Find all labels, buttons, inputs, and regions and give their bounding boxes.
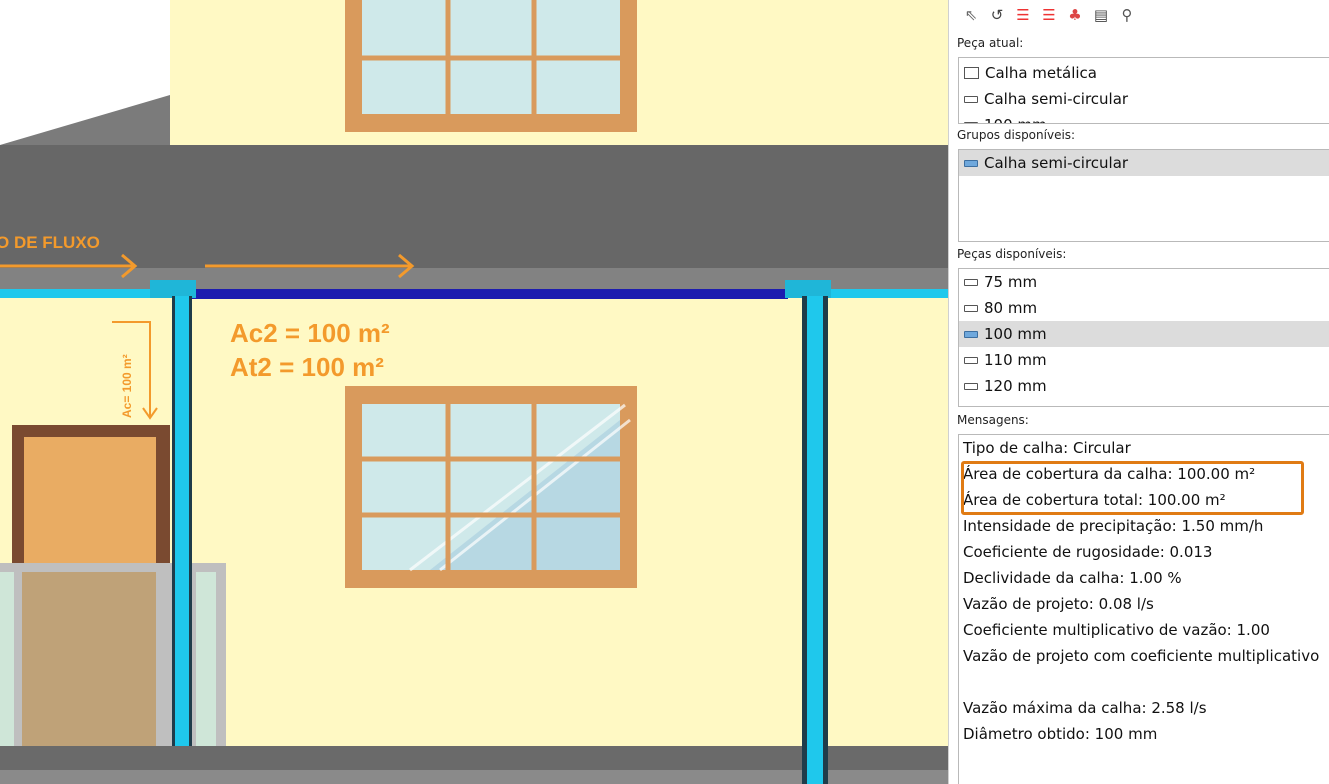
mensagens-box: Tipo de calha: Circular Área de cobertur… (958, 434, 1329, 784)
red-stack-icon-1[interactable]: ☰ (1013, 5, 1033, 25)
message-line: Coeficiente de rugosidade: 0.013 (963, 543, 1213, 561)
message-line: Vazão de projeto com coeficiente multipl… (963, 647, 1320, 665)
grupos-label: Grupos disponíveis: (957, 128, 1076, 142)
list-item[interactable]: 100 mm (959, 321, 1329, 347)
message-line: Intensidade de precipitação: 1.50 mm/h (963, 517, 1264, 535)
list-item[interactable]: Calha semi-circular (959, 86, 1329, 112)
list-item[interactable]: 75 mm (959, 269, 1329, 295)
mensagens-label: Mensagens: (957, 413, 1029, 427)
undo-icon[interactable]: ↺ (987, 5, 1007, 25)
list-item[interactable]: 110 mm (959, 347, 1329, 373)
gutter-icon (964, 95, 978, 103)
gutter-icon (964, 330, 978, 338)
cursor-select-icon[interactable]: ⇖ (961, 5, 981, 25)
message-line: Vazão de projeto: 0.08 l/s (963, 595, 1154, 613)
gutter-icon (964, 121, 978, 123)
panel-toolbar: ⇖ ↺ ☰ ☰ ♣ ▤ ⚲ (961, 4, 1137, 26)
red-stack-icon-2[interactable]: ☰ (1039, 5, 1059, 25)
pecas-list[interactable]: 75 mm 80 mm 100 mm 110 mm 120 mm (958, 268, 1329, 407)
balcony-railing (0, 563, 226, 746)
peca-atual-list[interactable]: Calha metálica Calha semi-circular 100 m… (958, 57, 1329, 124)
gutter-icon (964, 278, 978, 286)
selected-gutter (185, 289, 788, 299)
building-viewport[interactable]: O DE FLUXO Ac= 100 m² Ac2 = 100 m² At2 =… (0, 0, 948, 784)
search-icon[interactable]: ⚲ (1117, 5, 1137, 25)
gutter-icon (964, 159, 978, 167)
gutter-icon (964, 356, 978, 364)
roof-band (0, 145, 948, 268)
flow-direction-label: O DE FLUXO (0, 233, 100, 252)
message-line: Declividade da calha: 1.00 % (963, 569, 1182, 587)
message-line: Tipo de calha: Circular (963, 439, 1131, 457)
list-item[interactable]: Calha semi-circular (959, 150, 1329, 176)
message-line: Área de cobertura total: 100.00 m² (963, 491, 1226, 509)
list-item[interactable]: Calha metálica (959, 60, 1329, 86)
ac2-area-label: Ac2 = 100 m² (230, 318, 390, 348)
ac-vertical-label: Ac= 100 m² (120, 354, 134, 418)
message-line: Área de cobertura da calha: 100.00 m² (963, 465, 1256, 483)
grupos-list[interactable]: Calha semi-circular (958, 149, 1329, 242)
list-item[interactable]: 120 mm (959, 373, 1329, 399)
network-icon[interactable]: ♣ (1065, 5, 1085, 25)
list-item[interactable]: 100 mm (959, 112, 1329, 123)
lower-window (345, 386, 637, 588)
message-line: Vazão máxima da calha: 2.58 l/s (963, 699, 1207, 717)
gutter-icon (964, 382, 978, 390)
gutter-icon (964, 304, 978, 312)
folder-icon (964, 67, 979, 79)
properties-panel: ⇖ ↺ ☰ ☰ ♣ ▤ ⚲ Peça atual: Calha metálica… (948, 0, 1329, 784)
list-item[interactable]: 80 mm (959, 295, 1329, 321)
document-icon[interactable]: ▤ (1091, 5, 1111, 25)
message-line: Diâmetro obtido: 100 mm (963, 725, 1158, 743)
peca-atual-label: Peça atual: (957, 36, 1024, 50)
upper-window (345, 0, 637, 132)
facade-drawing (0, 0, 948, 784)
pecas-label: Peças disponíveis: (957, 247, 1067, 261)
message-line: Coeficiente multiplicativo de vazão: 1.0… (963, 621, 1270, 639)
at2-area-label: At2 = 100 m² (230, 352, 384, 382)
